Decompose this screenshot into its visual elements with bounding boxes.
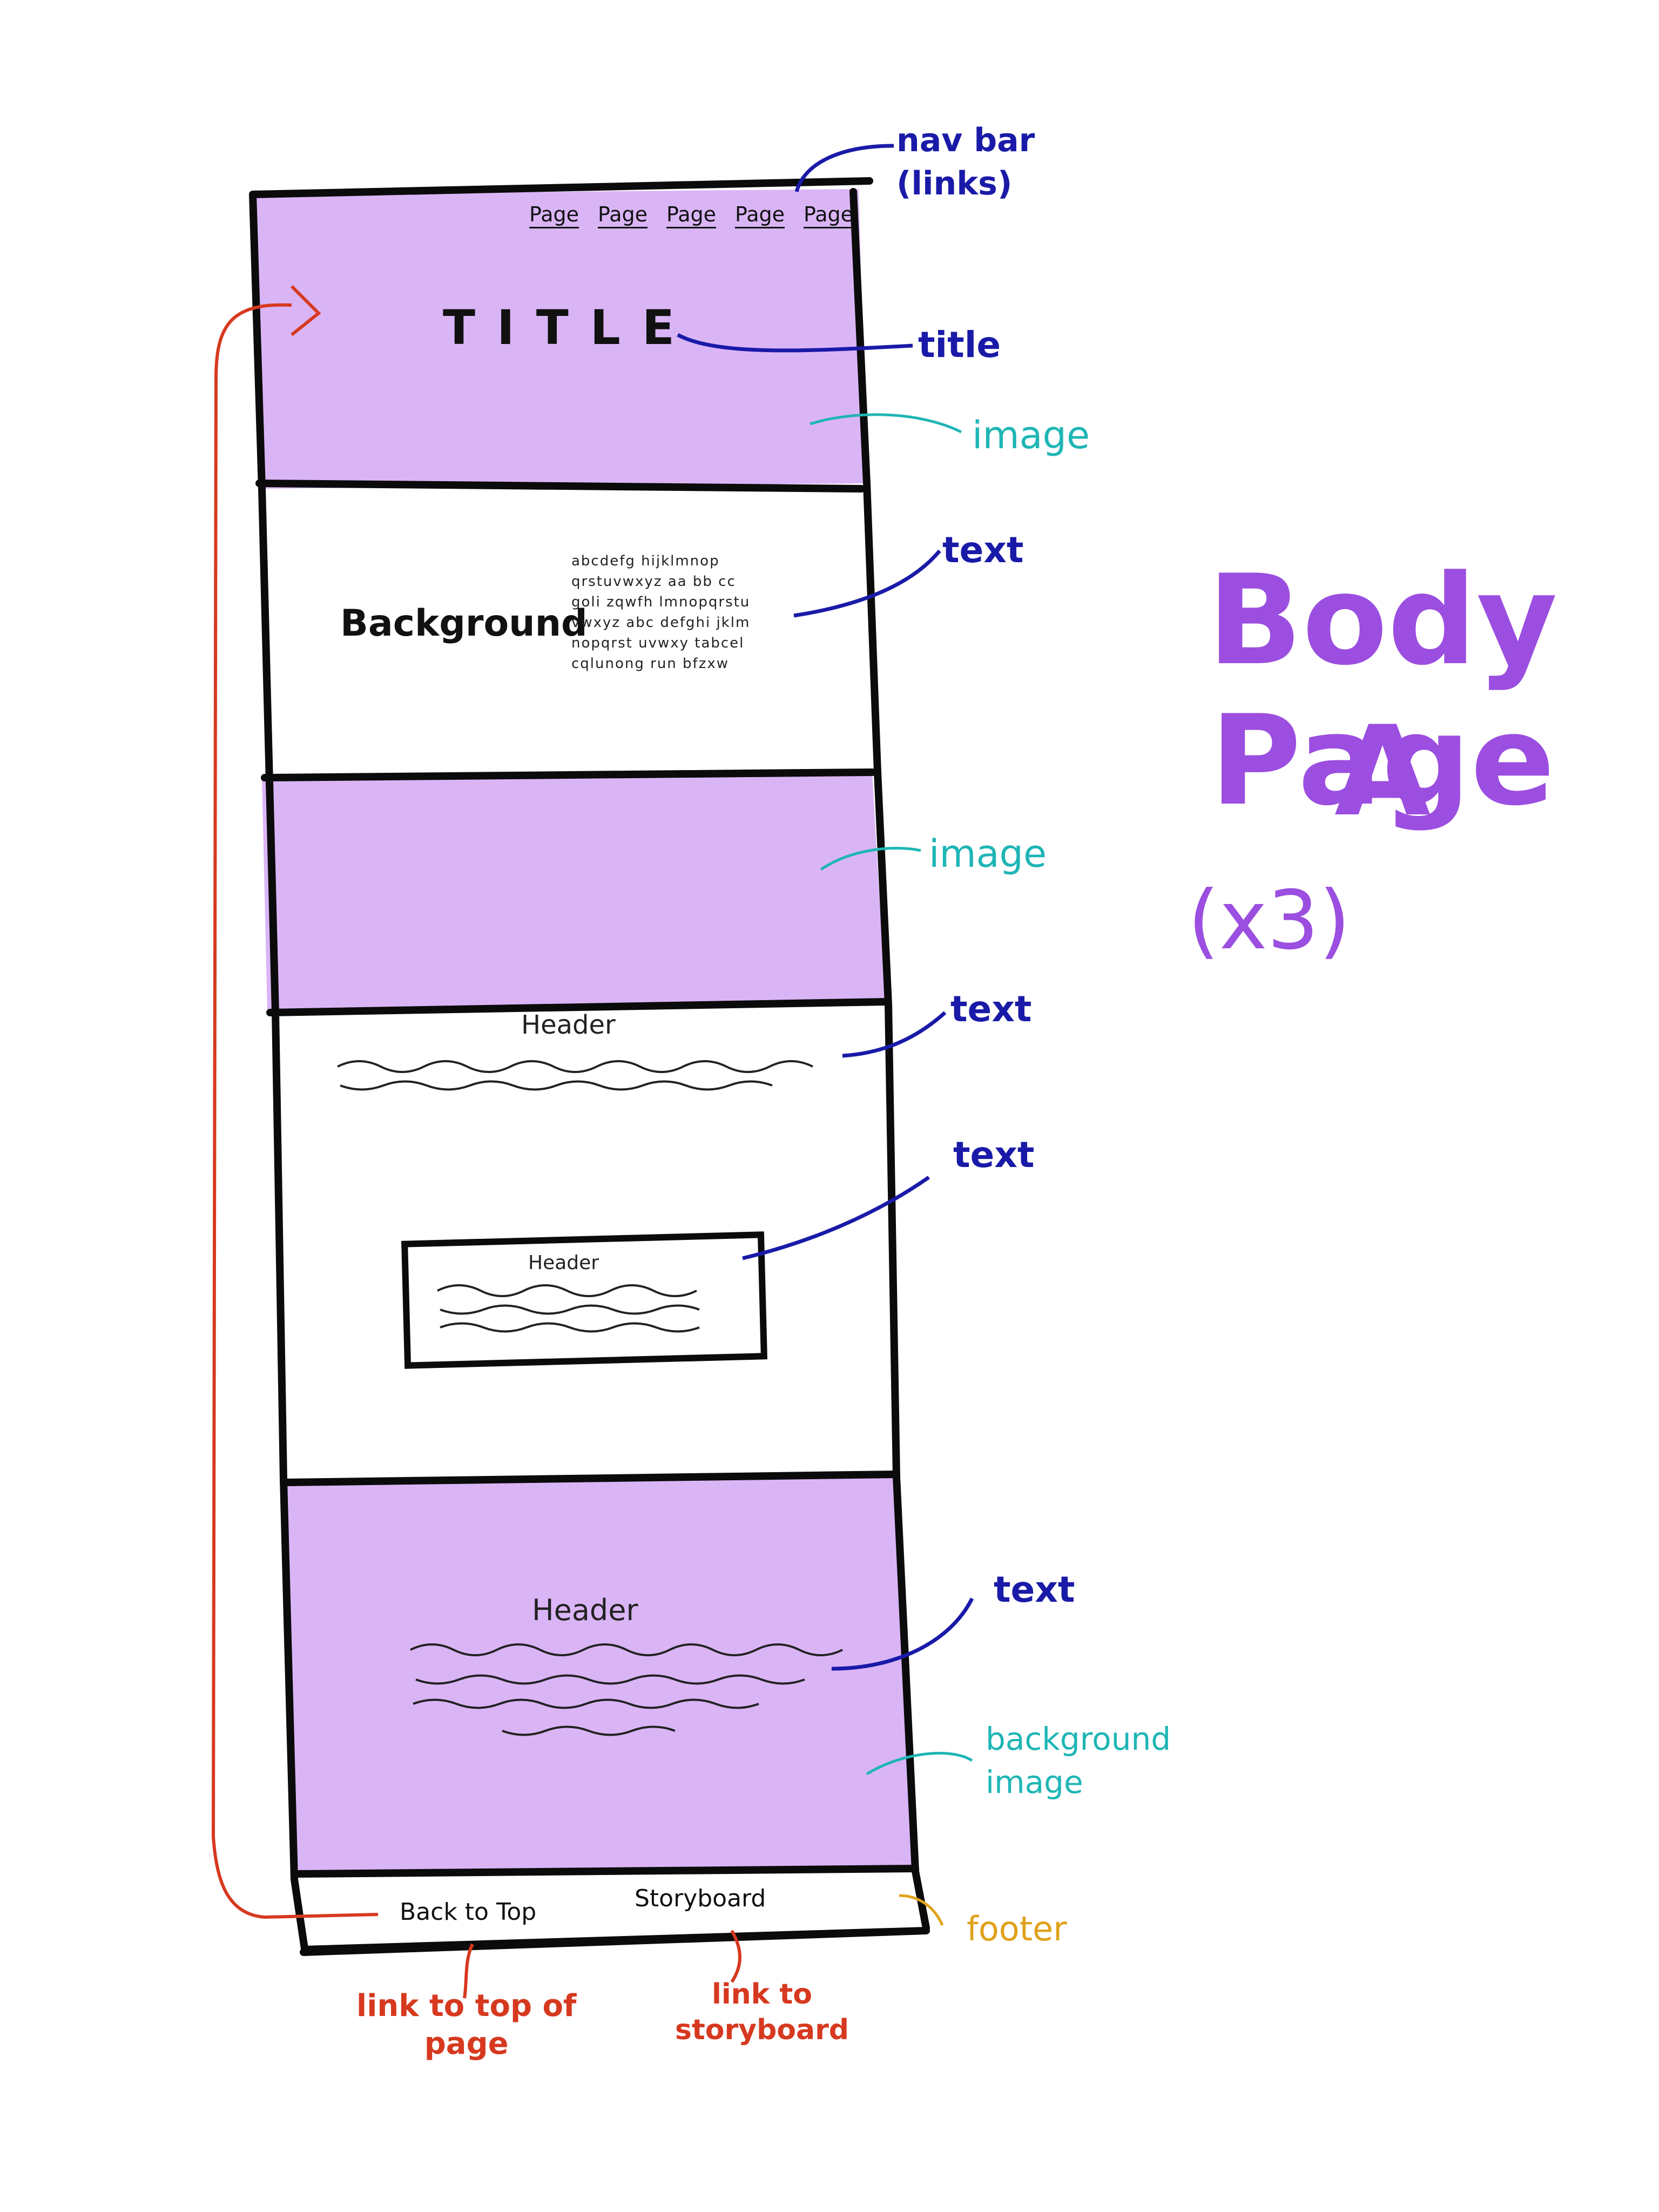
annotation-image-1: image <box>972 413 1090 457</box>
background-image-section <box>286 1477 913 1877</box>
image-section-2 <box>262 772 886 1013</box>
nav-bar: Page Page Page Page Page <box>529 203 853 226</box>
background-heading: Background <box>340 602 588 645</box>
scribble-lines-1 <box>337 1060 813 1091</box>
annotation-text-1: text <box>942 529 1024 571</box>
annotation-background-image: background image <box>986 1721 1171 1800</box>
nav-link-4[interactable]: Page <box>735 203 785 226</box>
page-label-letter: A <box>1334 700 1431 844</box>
header-1: Header <box>521 1010 616 1040</box>
nav-link-5[interactable]: Page <box>804 203 853 226</box>
background-paragraph: abcdefg hijklmnop qrstuvwxyz aa bb cc go… <box>571 553 751 672</box>
annotation-link-storyboard: link to storyboard <box>675 1978 849 2046</box>
connector-text-3 <box>742 1176 930 1260</box>
annotation-text-4: text <box>994 1569 1075 1610</box>
wireframe-drawing <box>211 144 974 1999</box>
connector-text-2 <box>842 1011 947 1058</box>
annotation-link-top: link to top of page <box>356 1988 577 2061</box>
annotation-footer: footer <box>967 1909 1067 1948</box>
nav-link-2[interactable]: Page <box>598 203 648 226</box>
back-to-top-link[interactable]: Back to Top <box>400 1898 536 1926</box>
header-2: Header <box>528 1252 599 1274</box>
nav-link-1[interactable]: Page <box>529 203 579 226</box>
page-title: TITLE <box>443 300 696 355</box>
page-label-multiplier: (x3) <box>1188 874 1351 968</box>
annotation-text-3: text <box>953 1134 1035 1176</box>
nav-link-3[interactable]: Page <box>666 203 716 226</box>
annotation-image-2: image <box>929 832 1047 876</box>
scribble-lines-card <box>437 1284 700 1333</box>
annotation-title: title <box>918 324 1001 366</box>
storyboard-link[interactable]: Storyboard <box>635 1885 766 1912</box>
header-3: Header <box>532 1593 638 1627</box>
annotation-text-2: text <box>950 988 1032 1030</box>
annotation-nav-bar: nav bar (links) <box>896 122 1035 203</box>
